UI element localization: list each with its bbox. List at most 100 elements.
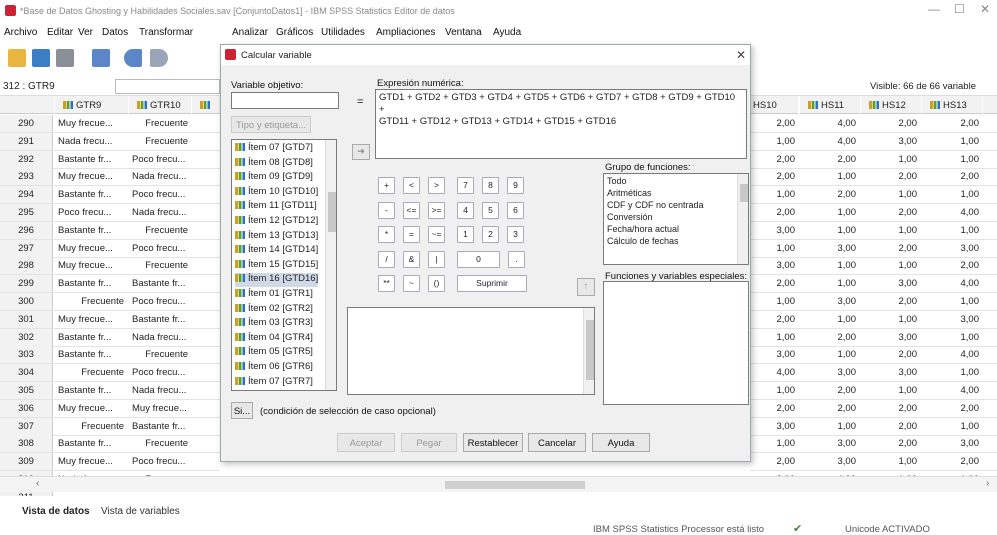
insert-function-arrow-icon[interactable]: ↑ [577, 278, 595, 296]
menu-ayuda[interactable]: Ayuda [493, 27, 521, 38]
cell-gtr9[interactable]: Muy frecue... [55, 453, 127, 467]
cell-gtr9[interactable]: Bastante fr... [55, 435, 127, 449]
cell-value[interactable]: 1,00 [755, 332, 796, 343]
variable-list-item[interactable]: Ítem 12 [GTD12] [235, 215, 318, 229]
cell-gtr9[interactable]: Bastante fr... [55, 275, 127, 289]
calc-key[interactable]: Suprimir [457, 275, 527, 292]
cell-gtr9[interactable]: Muy frecue... [55, 115, 127, 129]
cell-value[interactable]: 1,00 [877, 225, 918, 236]
variable-list-scrollbar[interactable] [325, 140, 336, 390]
menu-ver[interactable]: Ver [78, 27, 93, 38]
variable-list-item[interactable]: Ítem 11 [GTD11] [235, 200, 317, 214]
cell-gtr9[interactable]: Bastante fr... [55, 151, 127, 165]
row-number[interactable]: 293 [0, 168, 53, 186]
cell-gtr9[interactable]: Muy frecue... [55, 400, 127, 414]
cell-value[interactable]: 4,00 [939, 207, 980, 218]
type-label-button[interactable]: Tipo y etiqueta... [231, 116, 311, 133]
cell-value[interactable]: 1,00 [877, 385, 918, 396]
cell-value[interactable]: 2,00 [755, 171, 796, 182]
variable-list-item[interactable]: Ítem 15 [GTD15] [235, 259, 318, 273]
cell-gtr9[interactable]: Frecuente [55, 364, 127, 378]
row-number[interactable]: 299 [0, 275, 53, 293]
cell-value[interactable]: 3,00 [877, 136, 918, 147]
paste-button[interactable]: Pegar [401, 433, 457, 452]
function-group-item[interactable]: Cálculo de fechas [607, 236, 679, 250]
menu-ventana[interactable]: Ventana [445, 27, 482, 38]
cell-value[interactable]: 2,00 [816, 385, 857, 396]
cell-value[interactable]: 1,00 [939, 332, 980, 343]
cell-value[interactable]: 2,00 [755, 278, 796, 289]
calc-key[interactable]: = [403, 226, 420, 243]
variable-list-item[interactable]: Ítem 01 [GTR1] [235, 288, 313, 302]
cell-gtr10[interactable]: Bastante fr... [129, 311, 191, 325]
cell-value[interactable]: 1,00 [816, 314, 857, 325]
cell-value[interactable]: 1,00 [755, 438, 796, 449]
cell-gtr9[interactable]: Bastante fr... [55, 222, 127, 236]
row-number[interactable]: 291 [0, 132, 53, 150]
cell-gtr9[interactable]: Bastante fr... [55, 382, 127, 396]
column-header-hs13[interactable]: HS13 [922, 96, 982, 114]
cell-value[interactable]: 2,00 [877, 118, 918, 129]
variable-list-item[interactable]: Ítem 14 [GTD14] [235, 244, 318, 258]
calc-key[interactable]: ~ [403, 275, 420, 292]
calc-key[interactable]: ** [378, 275, 395, 292]
calc-key[interactable]: * [378, 226, 395, 243]
menu-archivo[interactable]: Archivo [4, 27, 37, 38]
cell-value[interactable]: 4,00 [755, 367, 796, 378]
variable-list-item[interactable]: Ítem 07 [GTR7] [235, 376, 313, 390]
cell-value[interactable]: 1,00 [877, 154, 918, 165]
scroll-left-icon[interactable]: ‹ [36, 478, 39, 489]
cell-value[interactable]: 4,00 [816, 136, 857, 147]
target-variable-input[interactable] [231, 92, 339, 109]
column-header-gtr9[interactable]: GTR9 [55, 96, 128, 114]
calc-key[interactable]: | [428, 251, 445, 268]
cell-value[interactable]: 3,00 [877, 367, 918, 378]
cell-gtr10[interactable]: Frecuente [129, 133, 191, 147]
column-header-partial[interactable] [192, 96, 220, 114]
cell-value[interactable]: 1,00 [877, 456, 918, 467]
cell-value[interactable]: 2,00 [877, 243, 918, 254]
cell-value[interactable]: 1,00 [939, 296, 980, 307]
row-number[interactable]: 301 [0, 310, 53, 328]
calc-key[interactable]: 0 [457, 251, 500, 268]
cell-value[interactable]: 1,00 [816, 278, 857, 289]
cell-value[interactable]: 2,00 [877, 207, 918, 218]
calc-key[interactable]: >= [428, 202, 445, 219]
cell-value[interactable]: 3,00 [816, 456, 857, 467]
open-folder-icon[interactable] [8, 49, 26, 67]
cell-gtr10[interactable]: Frecuente [129, 435, 191, 449]
variable-list-item[interactable]: Ítem 09 [GTD9] [235, 171, 313, 185]
cell-value[interactable]: 2,00 [755, 314, 796, 325]
row-number[interactable]: 294 [0, 186, 53, 204]
dialog-recall-icon[interactable] [92, 49, 110, 67]
calc-key[interactable]: 5 [482, 202, 499, 219]
cell-gtr10[interactable]: Frecuente [129, 257, 191, 271]
variable-list-item[interactable]: Ítem 10 [GTD10] [235, 186, 318, 200]
calc-key[interactable]: > [428, 177, 445, 194]
cell-value[interactable]: 1,00 [816, 225, 857, 236]
row-number[interactable]: 298 [0, 257, 53, 275]
variable-list-item[interactable]: Ítem 03 [GTR3] [235, 317, 313, 331]
cell-value[interactable]: 3,00 [755, 349, 796, 360]
accept-button[interactable]: Aceptar [337, 433, 395, 452]
column-header-gtr10[interactable]: GTR10 [129, 96, 191, 114]
if-button[interactable]: Si... [231, 402, 253, 419]
column-header-hs12[interactable]: HS12 [861, 96, 921, 114]
cell-value[interactable]: 4,00 [939, 385, 980, 396]
cell-value[interactable]: 2,00 [816, 189, 857, 200]
cell-value[interactable]: 1,00 [939, 367, 980, 378]
cell-value[interactable]: 1,00 [877, 189, 918, 200]
cell-value[interactable]: 3,00 [816, 438, 857, 449]
row-number[interactable]: 309 [0, 453, 53, 471]
cell-gtr9[interactable]: Nada frecu... [55, 133, 127, 147]
cell-value[interactable]: 1,00 [877, 314, 918, 325]
functions-special-vars-list[interactable] [603, 281, 749, 405]
redo-icon[interactable] [150, 49, 168, 67]
print-icon[interactable] [56, 49, 74, 67]
calc-key[interactable]: & [403, 251, 420, 268]
cell-value[interactable]: 1,00 [816, 171, 857, 182]
cell-value[interactable]: 3,00 [816, 243, 857, 254]
cell-value[interactable]: 2,00 [939, 456, 980, 467]
cell-gtr10[interactable]: Nada frecu... [129, 329, 191, 343]
cell-value[interactable]: 3,00 [877, 278, 918, 289]
